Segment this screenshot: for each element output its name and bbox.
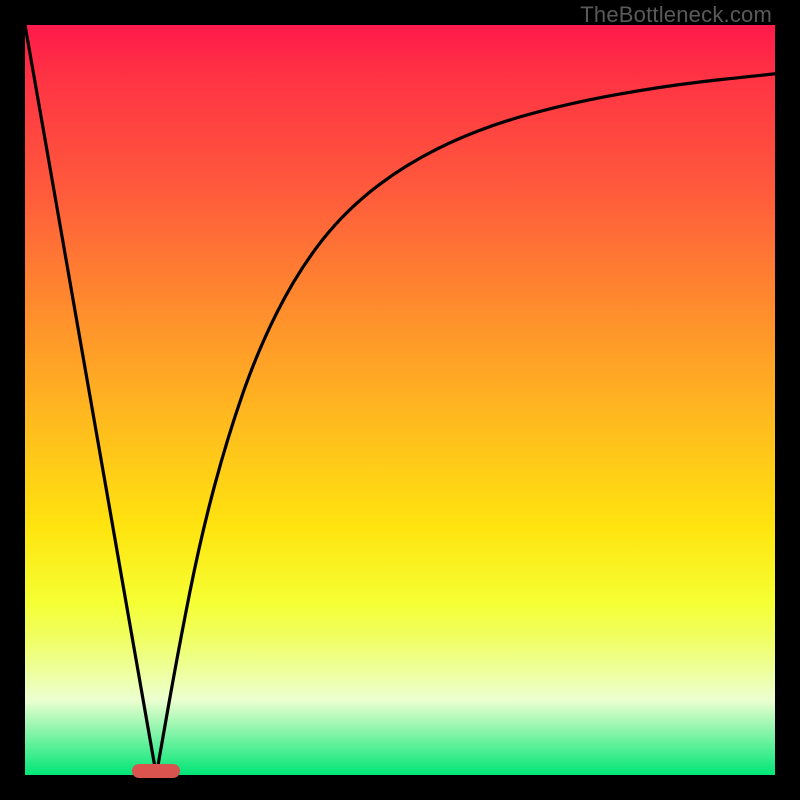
- bottleneck-curve: [25, 25, 775, 775]
- plot-area: [25, 25, 775, 775]
- watermark-text: TheBottleneck.com: [580, 2, 772, 28]
- curve-path: [25, 25, 775, 775]
- chart-frame: TheBottleneck.com: [0, 0, 800, 800]
- minimum-marker: [132, 764, 180, 778]
